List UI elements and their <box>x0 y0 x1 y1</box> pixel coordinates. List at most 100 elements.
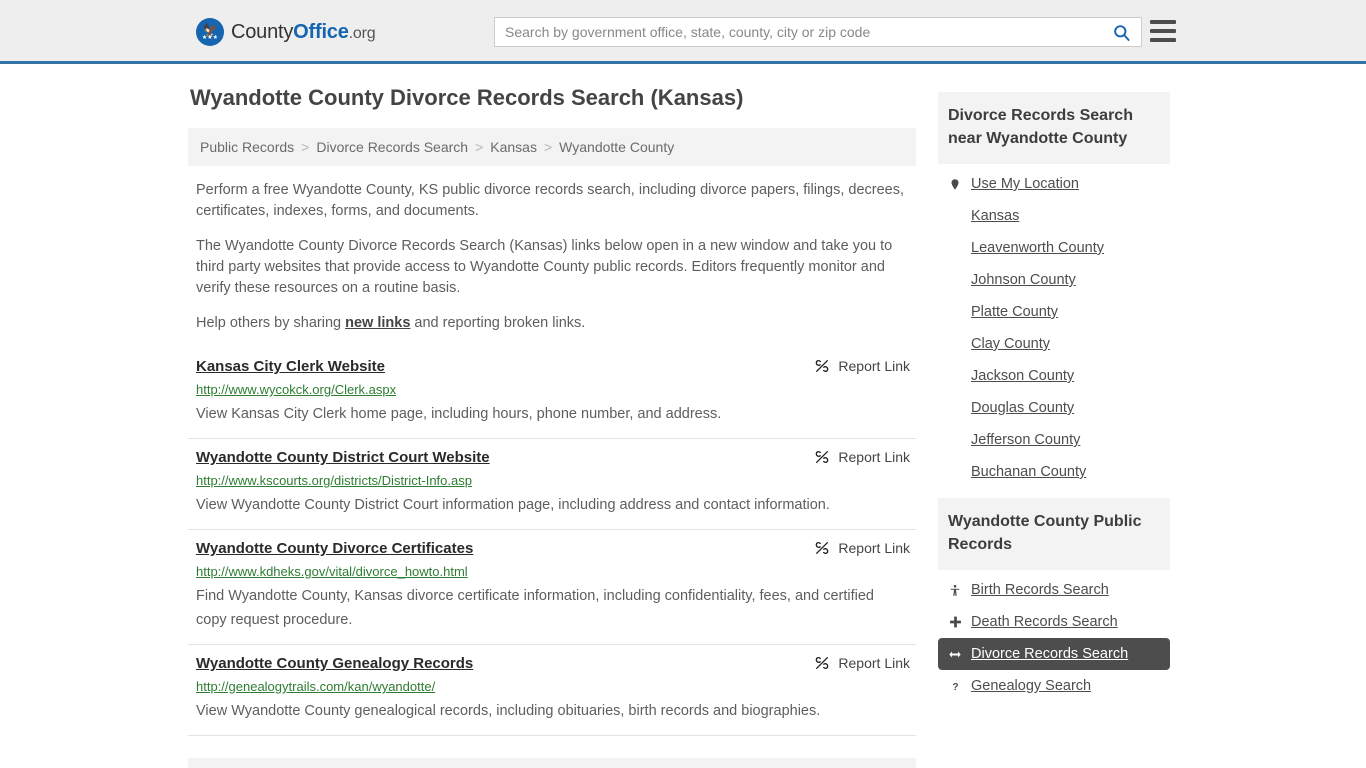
brand-text: CountyOffice.org <box>231 20 376 44</box>
sidebar-nearby-list: Use My Location Kansas Leavenworth County J… <box>938 164 1170 488</box>
question-mark-icon: ? <box>948 679 962 694</box>
broken-link-icon <box>816 657 829 669</box>
breadcrumb-item-public-records[interactable]: Public Records <box>200 139 294 155</box>
breadcrumb-item-kansas[interactable]: Kansas <box>490 139 537 155</box>
sidebar-nearby-item-kansas[interactable]: Kansas <box>938 200 1170 232</box>
site-logo[interactable]: 🦅 ★★★ CountyOffice.org <box>196 18 376 46</box>
sidebar-nearby-item-label[interactable]: Leavenworth County <box>971 240 1104 256</box>
sidebar-nearby-item-label[interactable]: Jefferson County <box>971 432 1080 448</box>
intro-paragraph-1: Perform a free Wyandotte County, KS publ… <box>196 182 905 219</box>
broken-link-icon <box>816 360 829 372</box>
sidebar-public-records-list: Birth Records Search Death Records Search… <box>938 570 1170 702</box>
search-bar <box>494 17 1142 47</box>
intro-p3-before: Help others by sharing <box>196 315 346 331</box>
report-link-button[interactable]: Report Link <box>814 358 910 374</box>
sidebar-public-records-heading: Wyandotte County Public Records <box>938 498 1170 570</box>
result-url[interactable]: http://www.wycokck.org/Clerk.aspx <box>196 380 908 399</box>
sidebar-panel-public-records: Wyandotte County Public Records Birth Re… <box>938 498 1170 702</box>
result-row: Wyandotte County Genealogy Records http:/… <box>188 645 916 736</box>
sidebar-nearby-item-label[interactable]: Buchanan County <box>971 464 1086 480</box>
search-input[interactable] <box>495 18 1101 46</box>
result-description: Find Wyandotte County, Kansas divorce ce… <box>196 588 874 628</box>
sidebar-record-item-label[interactable]: Death Records Search <box>971 614 1118 630</box>
baby-icon <box>948 583 962 598</box>
menu-bar-1 <box>1150 20 1176 24</box>
site-header: 🦅 ★★★ CountyOffice.org <box>0 0 1366 64</box>
report-link-label: Report Link <box>838 449 910 465</box>
sidebar-nearby-item-label[interactable]: Kansas <box>971 208 1019 224</box>
result-description: View Wyandotte County District Court inf… <box>196 497 830 513</box>
breadcrumb-item-wyandotte-county[interactable]: Wyandotte County <box>559 139 674 155</box>
result-url[interactable]: http://genealogytrails.com/kan/wyandotte… <box>196 677 908 696</box>
sidebar-nearby-item-jefferson-county[interactable]: Jefferson County <box>938 424 1170 456</box>
report-link-label: Report Link <box>838 358 910 374</box>
sidebar-record-item-divorce-records-search[interactable]: Divorce Records Search <box>938 638 1170 670</box>
sidebar-nearby-item-johnson-county[interactable]: Johnson County <box>938 264 1170 296</box>
result-url[interactable]: http://www.kscourts.org/districts/Distri… <box>196 471 908 490</box>
sidebar-nearby-item-label[interactable]: Platte County <box>971 304 1058 320</box>
menu-bar-2 <box>1150 29 1176 33</box>
sidebar-record-item-death-records-search[interactable]: Death Records Search <box>938 606 1170 638</box>
find-records-box: Find Wyandotte County Divorce Records <box>188 758 916 768</box>
result-title-link[interactable]: Kansas City Clerk Website <box>196 358 385 375</box>
search-button[interactable] <box>1101 18 1141 46</box>
brand-part-1: County <box>231 20 294 43</box>
broken-link-icon <box>816 451 829 463</box>
breadcrumb-separator: > <box>301 139 310 155</box>
page-body: Wyandotte County Divorce Records Search … <box>0 64 1366 768</box>
sidebar-nearby-item-label[interactable]: Use My Location <box>971 176 1079 192</box>
sidebar-nearby-item-label[interactable]: Clay County <box>971 336 1050 352</box>
content-container: Wyandotte County Divorce Records Search … <box>188 84 1178 768</box>
results-list: Kansas City Clerk Website http://www.wyco… <box>188 348 916 736</box>
map-pin-icon <box>948 177 962 192</box>
report-link-label: Report Link <box>838 655 910 671</box>
result-description: View Wyandotte County genealogical recor… <box>196 703 821 719</box>
sidebar-nearby-item-use-my-location[interactable]: Use My Location <box>938 168 1170 200</box>
result-row: Kansas City Clerk Website http://www.wyco… <box>188 348 916 439</box>
sidebar-nearby-item-label[interactable]: Jackson County <box>971 368 1074 384</box>
result-row: Wyandotte County Divorce Certificates htt… <box>188 530 916 645</box>
sidebar-nearby-item-label[interactable]: Douglas County <box>971 400 1074 416</box>
brand-part-2: Office <box>293 20 349 43</box>
sidebar-nearby-item-clay-county[interactable]: Clay County <box>938 328 1170 360</box>
breadcrumb-separator: > <box>543 139 553 155</box>
result-title-link[interactable]: Wyandotte County District Court Website <box>196 449 490 466</box>
report-link-button[interactable]: Report Link <box>814 540 910 556</box>
cross-icon <box>948 615 962 629</box>
sidebar-nearby-item-douglas-county[interactable]: Douglas County <box>938 392 1170 424</box>
sidebar-record-item-label[interactable]: Divorce Records Search <box>971 646 1128 662</box>
breadcrumb: Public Records > Divorce Records Search … <box>188 128 916 166</box>
sidebar-panel-nearby: Divorce Records Search near Wyandotte Co… <box>938 92 1170 488</box>
result-title-link[interactable]: Wyandotte County Divorce Certificates <box>196 540 473 557</box>
svg-text:?: ? <box>952 682 958 693</box>
sidebar-nearby-item-leavenworth-county[interactable]: Leavenworth County <box>938 232 1170 264</box>
menu-bar-3 <box>1150 38 1176 42</box>
search-icon <box>1113 24 1130 41</box>
result-title-link[interactable]: Wyandotte County Genealogy Records <box>196 655 473 672</box>
brand-part-3: .org <box>348 24 376 42</box>
sidebar-record-item-label[interactable]: Genealogy Search <box>971 678 1091 694</box>
sidebar-record-item-genealogy-search[interactable]: ? Genealogy Search <box>938 670 1170 702</box>
intro-p3-after: and reporting broken links. <box>410 315 586 331</box>
eagle-seal-icon: 🦅 ★★★ <box>196 18 224 46</box>
report-link-button[interactable]: Report Link <box>814 655 910 671</box>
sidebar-nearby-item-label[interactable]: Johnson County <box>971 272 1076 288</box>
breadcrumb-item-divorce-records-search[interactable]: Divorce Records Search <box>316 139 468 155</box>
broken-link-icon <box>816 542 829 554</box>
result-description: View Kansas City Clerk home page, includ… <box>196 406 722 422</box>
sidebar-nearby-item-buchanan-county[interactable]: Buchanan County <box>938 456 1170 488</box>
report-link-button[interactable]: Report Link <box>814 449 910 465</box>
main-column: Wyandotte County Divorce Records Search … <box>188 84 916 768</box>
sidebar: Divorce Records Search near Wyandotte Co… <box>938 84 1170 768</box>
sidebar-nearby-item-jackson-county[interactable]: Jackson County <box>938 360 1170 392</box>
sidebar-nearby-item-platte-county[interactable]: Platte County <box>938 296 1170 328</box>
report-link-label: Report Link <box>838 540 910 556</box>
sidebar-record-item-label[interactable]: Birth Records Search <box>971 582 1109 598</box>
hamburger-menu-icon[interactable] <box>1150 20 1176 42</box>
intro-paragraph-2: The Wyandotte County Divorce Records Sea… <box>196 238 893 296</box>
result-url[interactable]: http://www.kdheks.gov/vital/divorce_howt… <box>196 562 908 581</box>
new-links-link[interactable]: new links <box>345 315 410 331</box>
left-right-arrow-icon <box>948 648 962 661</box>
sidebar-nearby-heading: Divorce Records Search near Wyandotte Co… <box>938 92 1170 164</box>
sidebar-record-item-birth-records-search[interactable]: Birth Records Search <box>938 574 1170 606</box>
